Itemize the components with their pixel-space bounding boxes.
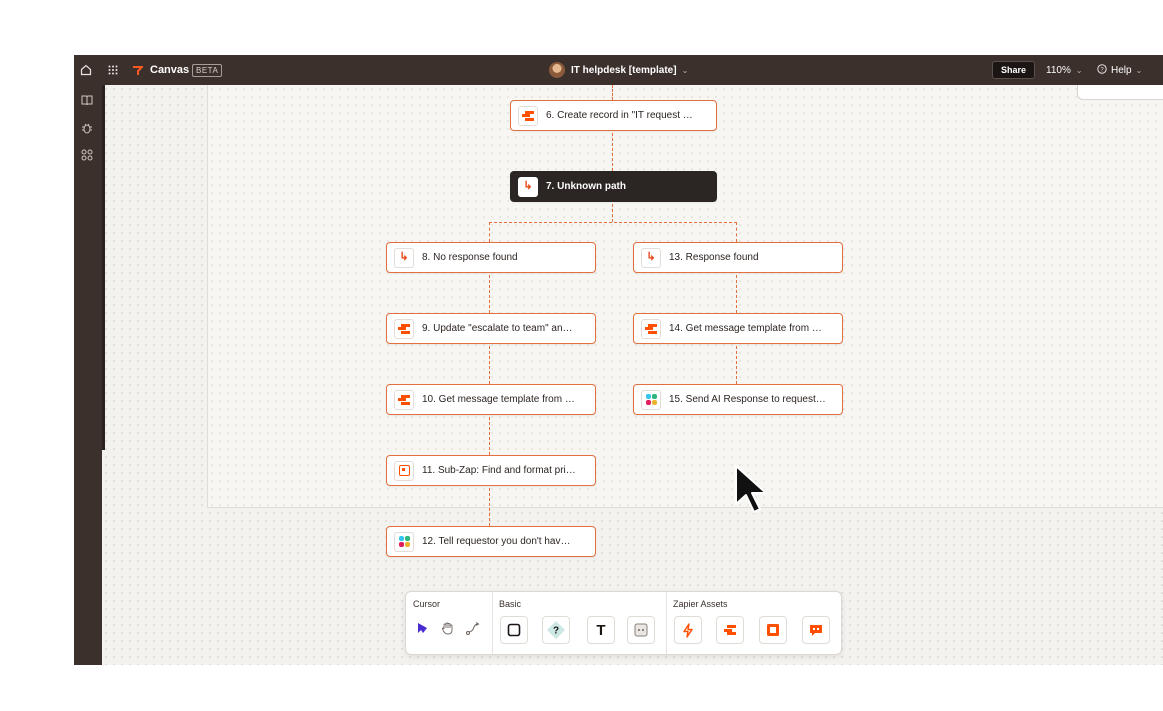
tables-icon: [641, 318, 661, 339]
connector: [736, 346, 737, 384]
canvas-area[interactable]: 6. Create record in "IT request … ↳ 7. U…: [102, 85, 1163, 665]
connector: [489, 488, 490, 526]
connector: [489, 346, 490, 384]
select-tool[interactable]: [416, 622, 428, 637]
step-label: 11. Sub-Zap: Find and format pri…: [422, 465, 576, 476]
diamond-glyph: ?: [553, 626, 559, 637]
step-7-selected[interactable]: ↳ 7. Unknown path: [510, 171, 717, 202]
zoom-value: 110%: [1046, 64, 1071, 76]
canvas-logo-icon: [132, 55, 143, 85]
step-label: 9. Update "escalate to team" an…: [422, 323, 573, 334]
sub-zap-icon: [394, 460, 414, 481]
chevron-down-icon: ⌄: [1135, 65, 1143, 75]
step-6[interactable]: 6. Create record in "IT request …: [510, 100, 717, 131]
zoom-dropdown[interactable]: 110% ⌄: [1046, 55, 1083, 85]
step-13[interactable]: ↳ 13. Response found: [633, 242, 843, 273]
step-label: 12. Tell requestor you don't hav…: [422, 536, 571, 547]
rectangle-tool[interactable]: [500, 616, 528, 644]
connector: [489, 275, 490, 313]
app-window: Canvas BETA IT helpdesk [template] ⌄ Sha…: [74, 55, 1163, 665]
tables-tool[interactable]: [716, 616, 744, 644]
step-label: 8. No response found: [422, 252, 518, 263]
top-bar: Canvas BETA IT helpdesk [template] ⌄ Sha…: [74, 55, 1163, 85]
chevron-down-icon: ⌄: [1075, 65, 1083, 75]
beta-badge: BETA: [192, 55, 223, 85]
app-name[interactable]: Canvas: [150, 55, 189, 85]
text-tool-glyph: T: [596, 621, 606, 639]
path-icon: ↳: [641, 247, 661, 268]
interface-tool[interactable]: [759, 616, 787, 644]
connector: [612, 85, 613, 100]
beta-badge-label: BETA: [192, 63, 223, 77]
step-label: 6. Create record in "IT request …: [546, 110, 693, 121]
mouse-pointer-icon: [730, 462, 778, 523]
help-menu[interactable]: ? Help ⌄: [1097, 55, 1142, 85]
help-circle-icon: ?: [1097, 63, 1107, 77]
step-label: 14. Get message template from …: [669, 323, 822, 334]
share-button-label: Share: [992, 61, 1036, 79]
step-12[interactable]: 12. Tell requestor you don't hav…: [386, 526, 596, 557]
note-card[interactable]: [1077, 85, 1163, 100]
tables-icon: [394, 389, 414, 410]
hand-tool[interactable]: [441, 622, 454, 638]
step-10[interactable]: 10. Get message template from …: [386, 384, 596, 415]
components-icon[interactable]: [80, 149, 94, 163]
connector: [612, 204, 613, 222]
path-icon: ↳: [518, 176, 538, 197]
toolbar-section-cursor: Cursor: [406, 592, 492, 654]
toolbar-section-zapier-assets: Zapier Assets: [666, 592, 841, 654]
help-label: Help: [1111, 64, 1132, 76]
share-button[interactable]: Share: [992, 55, 1036, 85]
step-8[interactable]: ↳ 8. No response found: [386, 242, 596, 273]
avatar: [549, 62, 565, 78]
step-label: 13. Response found: [669, 252, 759, 263]
section-title: Zapier Assets: [673, 599, 728, 609]
grid-icon[interactable]: [108, 55, 118, 85]
connector: [736, 222, 737, 242]
chatbot-tool[interactable]: [802, 616, 830, 644]
text-tool[interactable]: T: [587, 616, 615, 644]
connector: [736, 275, 737, 313]
step-label: 10. Get message template from …: [422, 394, 575, 405]
slack-icon: [394, 531, 414, 552]
panel-edge: [102, 85, 105, 450]
drawing-toolbar: Cursor Basic ? T Zapier Assets: [405, 591, 842, 655]
tables-icon: [394, 318, 414, 339]
step-label: 15. Send AI Response to request…: [669, 394, 826, 405]
home-icon[interactable]: [80, 55, 92, 85]
bug-icon[interactable]: [80, 122, 94, 136]
step-15[interactable]: 15. Send AI Response to request…: [633, 384, 843, 415]
doc-title-menu[interactable]: IT helpdesk [template] ⌄: [549, 55, 688, 85]
step-11[interactable]: 11. Sub-Zap: Find and format pri…: [386, 455, 596, 486]
section-title: Basic: [499, 599, 522, 609]
toolbar-section-basic: Basic ? T: [492, 592, 666, 654]
left-sidebar: [74, 85, 102, 665]
step-14[interactable]: 14. Get message template from …: [633, 313, 843, 344]
section-title: Cursor: [413, 599, 441, 609]
diamond-tool[interactable]: ?: [542, 616, 570, 644]
path-icon: ↳: [394, 247, 414, 268]
slack-icon: [641, 389, 661, 410]
sticky-tool[interactable]: [627, 616, 655, 644]
connector: [489, 417, 490, 455]
step-9[interactable]: 9. Update "escalate to team" an…: [386, 313, 596, 344]
connector: [489, 222, 737, 223]
chevron-down-icon: ⌄: [681, 65, 689, 75]
connector: [489, 222, 490, 242]
connector: [612, 133, 613, 171]
book-icon[interactable]: [80, 95, 94, 109]
workflow-frame[interactable]: [207, 85, 1163, 508]
doc-title: IT helpdesk [template]: [571, 64, 677, 76]
zap-tool[interactable]: [674, 616, 702, 644]
connector-tool[interactable]: [466, 622, 480, 638]
step-label: 7. Unknown path: [546, 181, 626, 192]
tables-icon: [518, 105, 538, 126]
